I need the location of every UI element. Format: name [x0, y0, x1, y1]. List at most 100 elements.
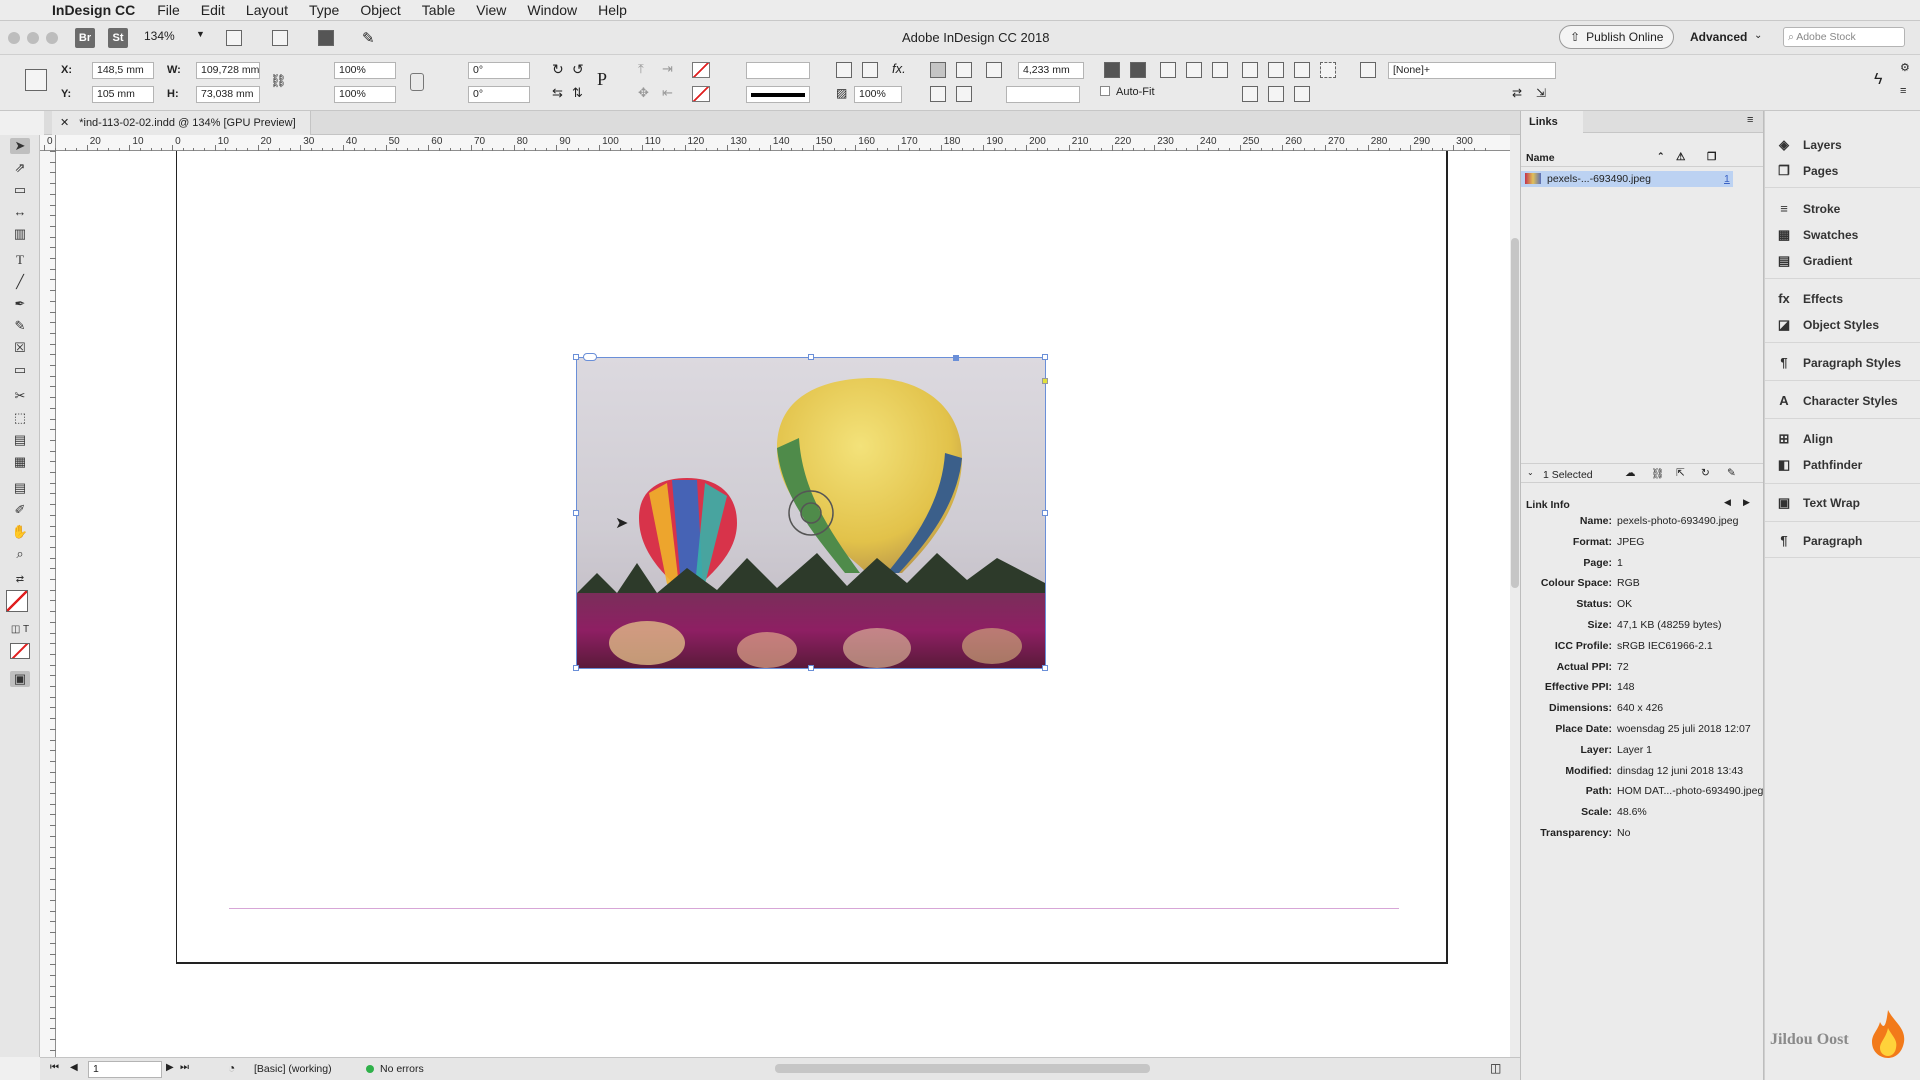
stroke-weight-field[interactable]: 4,233 mm [1018, 62, 1084, 79]
path-direction-icon[interactable]: P [597, 69, 607, 90]
link-row[interactable]: pexels-...-693490.jpeg 1 [1521, 171, 1733, 187]
rotate-ccw-icon[interactable]: ↺ [572, 61, 584, 78]
frame-handle-middle-right[interactable] [1042, 510, 1048, 516]
publish-online-button[interactable]: ⇧ Publish Online [1559, 25, 1675, 49]
fit-content-proportionally-icon[interactable] [1212, 62, 1228, 78]
scale-y-field[interactable]: 100% [334, 86, 396, 103]
content-grabber[interactable] [953, 355, 959, 361]
panel-effects-button[interactable]: fx Effects [1777, 292, 1843, 307]
workspace-switcher[interactable]: Advanced [1690, 30, 1747, 44]
fit-content-to-frame-icon[interactable] [1104, 62, 1120, 78]
opacity-field[interactable]: 100% [854, 86, 902, 103]
horizontal-ruler[interactable]: 0 20 10 0 10 20 30 40 50 60 70 80 90 100 110 120 130 140 1… [44, 135, 1510, 151]
select-previous-icon[interactable]: ⇤ [662, 85, 673, 101]
note-tool-icon[interactable]: ▤ [10, 480, 30, 496]
links-name-column-header[interactable]: Name [1526, 152, 1555, 164]
first-page-icon[interactable]: ⏮ [50, 1062, 59, 1073]
next-page-icon[interactable]: ▶ [166, 1062, 174, 1073]
frame-handle-top-right[interactable] [1042, 354, 1048, 360]
document-tab[interactable]: ✕ *ind-113-02-02.indd @ 134% [GPU Preview… [52, 111, 311, 135]
menu-view[interactable]: View [476, 2, 506, 18]
panel-character-styles-button[interactable]: A Character Styles [1777, 394, 1897, 409]
eyedropper-tool-icon[interactable]: ✐ [10, 502, 30, 518]
align-horizontal-centers-icon[interactable] [1268, 62, 1284, 78]
menu-icon[interactable]: ≡ [1900, 85, 1906, 97]
app-name-menu[interactable]: InDesign CC [52, 2, 135, 18]
frame-handle-top-left[interactable] [573, 354, 579, 360]
panel-stroke-button[interactable]: ≡ Stroke [1777, 202, 1840, 217]
rotate-cw-icon[interactable]: ↻ [552, 61, 564, 78]
panel-pages-button[interactable]: ❐ Pages [1777, 164, 1838, 179]
frame-handle-bottom-left[interactable] [573, 665, 579, 671]
gradient-swatch-tool-icon[interactable]: ▤ [10, 432, 30, 448]
gap-tool-icon[interactable]: ↔ [10, 204, 30, 220]
page-column-icon[interactable]: ❐ [1707, 151, 1716, 163]
zoom-tool-icon[interactable]: ⌕ [10, 546, 30, 562]
close-window-button[interactable] [8, 32, 20, 44]
stroke-swatch[interactable] [692, 86, 710, 102]
errors-status[interactable]: No errors [380, 1063, 424, 1075]
distribute-icon[interactable] [1320, 62, 1336, 78]
fill-color-icon[interactable] [6, 590, 28, 612]
swap-fill-stroke-icon[interactable]: ⇄ [10, 572, 30, 588]
link-page-number[interactable]: 1 [1724, 173, 1730, 185]
line-tool-icon[interactable]: ╱ [10, 274, 30, 290]
panel-swatches-button[interactable]: ▦ Swatches [1777, 228, 1859, 243]
height-field[interactable]: 73,038 mm [196, 86, 260, 103]
select-next-icon[interactable]: ⇥ [662, 61, 673, 77]
text-wrap-bbox-icon[interactable] [956, 62, 972, 78]
select-container-icon[interactable]: ⤒ [638, 61, 644, 77]
shear-angle-field[interactable]: 0° [468, 86, 530, 103]
screen-mode-normal-icon[interactable]: ▣ [10, 671, 30, 687]
rectangle-frame-tool-icon[interactable]: ☒ [10, 340, 30, 356]
scissors-tool-icon[interactable]: ✂ [10, 388, 30, 404]
text-wrap-none-icon[interactable] [930, 62, 946, 78]
align-top-edges-icon[interactable] [1242, 86, 1258, 102]
object-style-dropdown[interactable]: [None]+ [1388, 62, 1556, 79]
horizontal-scroll-thumb[interactable] [775, 1064, 1150, 1073]
previous-link-icon[interactable]: ◀ [1724, 497, 1731, 508]
gradient-feather-tool-icon[interactable]: ▦ [10, 454, 30, 470]
link-icon[interactable] [583, 353, 597, 361]
frame-options-icon[interactable] [956, 86, 972, 102]
align-vertical-centers-icon[interactable] [1268, 86, 1284, 102]
panel-options-icon[interactable]: ⇲ [1536, 86, 1546, 100]
panel-pathfinder-button[interactable]: ◧ Pathfinder [1777, 458, 1863, 473]
select-content-icon[interactable]: ✥ [638, 85, 649, 101]
direct-selection-tool-icon[interactable]: ⇗ [10, 160, 30, 176]
panel-paragraph-button[interactable]: ¶ Paragraph [1777, 534, 1862, 549]
update-link-icon[interactable]: ↻ [1701, 467, 1710, 479]
page-tool-icon[interactable]: ▭ [10, 182, 30, 198]
y-position-field[interactable]: 105 mm [92, 86, 154, 103]
object-style-icon[interactable] [1360, 62, 1376, 78]
pencil-tool-icon[interactable]: ✎ [10, 318, 30, 334]
scale-link-icon[interactable] [410, 73, 424, 91]
corner-shape-field[interactable] [1006, 86, 1080, 103]
bridge-button[interactable]: Br [75, 28, 95, 48]
scale-x-field[interactable]: 100% [334, 62, 396, 79]
effects-icon[interactable]: fx. [892, 61, 906, 76]
constrain-proportions-icon[interactable]: ⛓ [270, 73, 287, 89]
preflight-icon[interactable]: ◔ [228, 1061, 235, 1075]
frame-shadow-icon[interactable] [862, 62, 878, 78]
gpu-icon[interactable]: ✎ [362, 29, 375, 47]
panel-layers-button[interactable]: ◈ Layers [1777, 138, 1842, 153]
fill-frame-proportionally-icon[interactable] [1186, 62, 1202, 78]
stroke-weight-dropdown[interactable] [746, 62, 810, 79]
selection-tool-icon[interactable]: ➤ [10, 138, 30, 154]
lightning-icon[interactable]: ϟ [1874, 71, 1882, 89]
previous-page-icon[interactable]: ◀ [70, 1062, 78, 1073]
panel-toggle-icon[interactable]: ◫ [1490, 1061, 1501, 1075]
hand-tool-icon[interactable]: ✋ [10, 524, 30, 540]
align-left-edges-icon[interactable] [1242, 62, 1258, 78]
close-icon[interactable]: ✕ [60, 117, 69, 129]
menu-type[interactable]: Type [309, 2, 339, 18]
free-transform-tool-icon[interactable]: ⬚ [10, 410, 30, 426]
live-corner-handle[interactable] [1042, 378, 1048, 384]
panel-align-button[interactable]: ⊞ Align [1777, 432, 1833, 447]
type-tool-icon[interactable]: T [10, 252, 30, 268]
relink-cc-icon[interactable]: ☁ [1625, 467, 1636, 479]
image-frame[interactable]: ➤ [573, 353, 1048, 671]
vertical-ruler[interactable] [40, 151, 56, 1057]
flip-horizontal-icon[interactable]: ⇆ [552, 85, 563, 101]
